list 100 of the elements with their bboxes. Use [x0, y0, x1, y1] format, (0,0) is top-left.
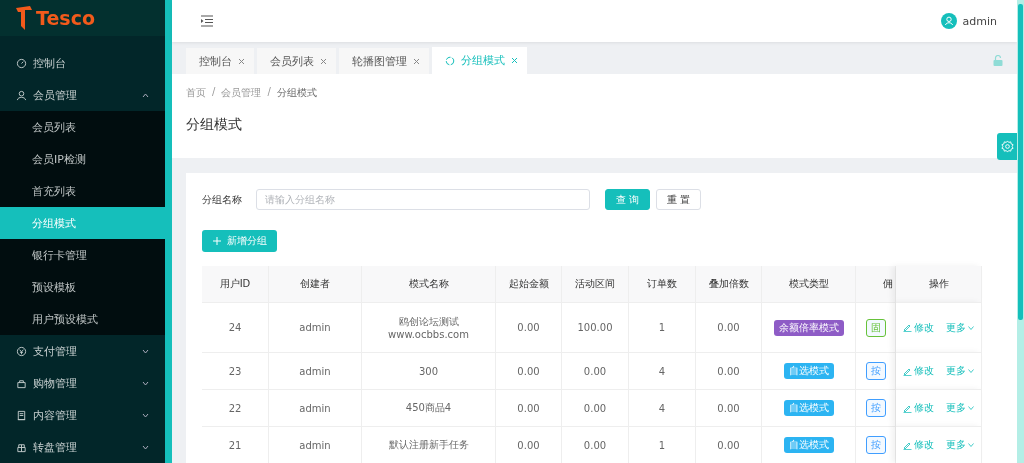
reset-button[interactable]: 重 置 — [656, 189, 702, 210]
avatar-icon[interactable] — [940, 13, 957, 30]
commission-tag: 按 — [866, 399, 886, 417]
commission-tag: 按 — [866, 436, 886, 454]
chevron-down-icon — [968, 443, 974, 447]
table-cell: 0.00 — [496, 302, 562, 352]
table-cell: 300 — [362, 352, 496, 389]
column-header: 佣 — [856, 266, 896, 302]
close-icon[interactable] — [413, 57, 420, 65]
table-cell: 0.00 — [496, 426, 562, 463]
table-cell: 0.00 — [562, 389, 629, 426]
table-cell: 0.00 — [496, 389, 562, 426]
table-cell: 鸥创论坛测试 www.ocbbs.com — [362, 302, 496, 352]
submenu-item[interactable]: 用户预设模式 — [0, 303, 165, 335]
bag-icon — [16, 377, 27, 389]
pencil-icon — [903, 440, 912, 450]
chevron-down-icon — [968, 325, 974, 330]
table-cell: 24 — [202, 302, 269, 352]
settings-icon — [1000, 140, 1014, 153]
tab[interactable]: 控制台 — [186, 48, 254, 74]
refresh-icon — [445, 55, 455, 66]
menu-fold-icon[interactable] — [200, 15, 214, 28]
mode-tag: 自选模式 — [783, 400, 834, 416]
table-cell: 0.00 — [562, 352, 629, 389]
menu-item[interactable]: 购物管理 — [0, 367, 165, 399]
commission-tag: 按 — [866, 362, 886, 380]
table-cell: 0.00 — [496, 352, 562, 389]
table-cell: 1 — [629, 302, 696, 352]
table-cell: 0.00 — [696, 389, 762, 426]
close-icon[interactable] — [238, 57, 245, 65]
submenu-item[interactable]: 首充列表 — [0, 175, 165, 207]
column-header: 起始金额 — [496, 266, 562, 302]
user-icon — [16, 89, 27, 101]
caret-icon — [142, 380, 149, 386]
close-icon[interactable] — [320, 57, 327, 65]
table-cell: 23 — [202, 352, 269, 389]
menu-item[interactable]: 支付管理 — [0, 335, 165, 367]
table-cell: 0.00 — [562, 426, 629, 463]
table-cell: 22 — [202, 389, 269, 426]
sidebar-scrollbar[interactable] — [165, 0, 172, 463]
table-cell: 100.00 — [562, 302, 629, 352]
mode-tag: 自选模式 — [783, 363, 834, 379]
caret-icon — [142, 348, 149, 354]
column-header: 模式名称 — [362, 266, 496, 302]
yen-icon — [16, 345, 27, 357]
column-header: 叠加倍数 — [696, 266, 762, 302]
close-icon[interactable] — [511, 57, 518, 64]
submenu-item[interactable]: 银行卡管理 — [0, 239, 165, 271]
pencil-icon — [903, 366, 912, 376]
breadcrumb-separator: / — [212, 86, 216, 99]
column-header: 创建者 — [269, 266, 362, 302]
column-header: 操作 — [896, 266, 982, 302]
dashboard-icon — [16, 57, 27, 69]
field-label: 分组名称 — [202, 192, 243, 207]
table-cell: 0.00 — [696, 352, 762, 389]
breadcrumb-item: 分组模式 — [276, 86, 317, 100]
table-cell: admin — [269, 302, 362, 352]
mode-tag: 余额倍率模式 — [773, 319, 844, 336]
pencil-icon — [903, 323, 912, 332]
user-name[interactable]: admin — [962, 14, 997, 28]
table-cell: 1 — [629, 426, 696, 463]
table-cell: admin — [269, 426, 362, 463]
table-cell: 0.00 — [696, 302, 762, 352]
submenu-item[interactable]: 会员IP检测 — [0, 143, 165, 175]
mode-tag: 自选模式 — [783, 437, 834, 453]
tab[interactable]: 轮播图管理 — [339, 48, 429, 74]
page-scrollbar[interactable] — [1017, 0, 1024, 463]
gift-icon — [16, 441, 27, 453]
table-cell: 0.00 — [696, 426, 762, 463]
submenu-item[interactable]: 会员列表 — [0, 111, 165, 143]
menu-item[interactable]: 会员管理 — [0, 79, 165, 111]
menu-item[interactable]: 控制台 — [0, 47, 165, 79]
column-header: 用户ID — [202, 266, 269, 302]
commission-tag: 固 — [866, 318, 886, 337]
page-title: 分组模式 — [186, 116, 243, 134]
chevron-down-icon — [968, 369, 974, 373]
table-cell: admin — [269, 389, 362, 426]
chevron-down-icon — [968, 406, 974, 410]
logo-icon — [16, 6, 32, 30]
pencil-icon — [903, 403, 912, 413]
group-name-field[interactable]: 请输入分组名称 — [256, 189, 590, 210]
menu-item[interactable]: 内容管理 — [0, 399, 165, 431]
table-cell: 4 — [629, 389, 696, 426]
breadcrumb-separator: / — [267, 86, 271, 99]
settings-button[interactable] — [997, 133, 1017, 160]
plus-icon — [213, 237, 221, 245]
logo-text: Tesco — [36, 7, 95, 29]
column-header: 订单数 — [629, 266, 696, 302]
submenu-item[interactable]: 预设模板 — [0, 271, 165, 303]
table-cell: admin — [269, 352, 362, 389]
table-cell: 21 — [202, 426, 269, 463]
caret-icon — [142, 92, 149, 98]
document-icon — [16, 409, 27, 421]
table-cell: 450商品4 — [362, 389, 496, 426]
tab[interactable]: 会员列表 — [257, 48, 336, 74]
column-header: 活动区间 — [562, 266, 629, 302]
menu-item[interactable]: 转盘管理 — [0, 431, 165, 463]
table-cell: 4 — [629, 352, 696, 389]
unlock-icon[interactable] — [993, 55, 1003, 66]
caret-icon — [142, 444, 149, 450]
